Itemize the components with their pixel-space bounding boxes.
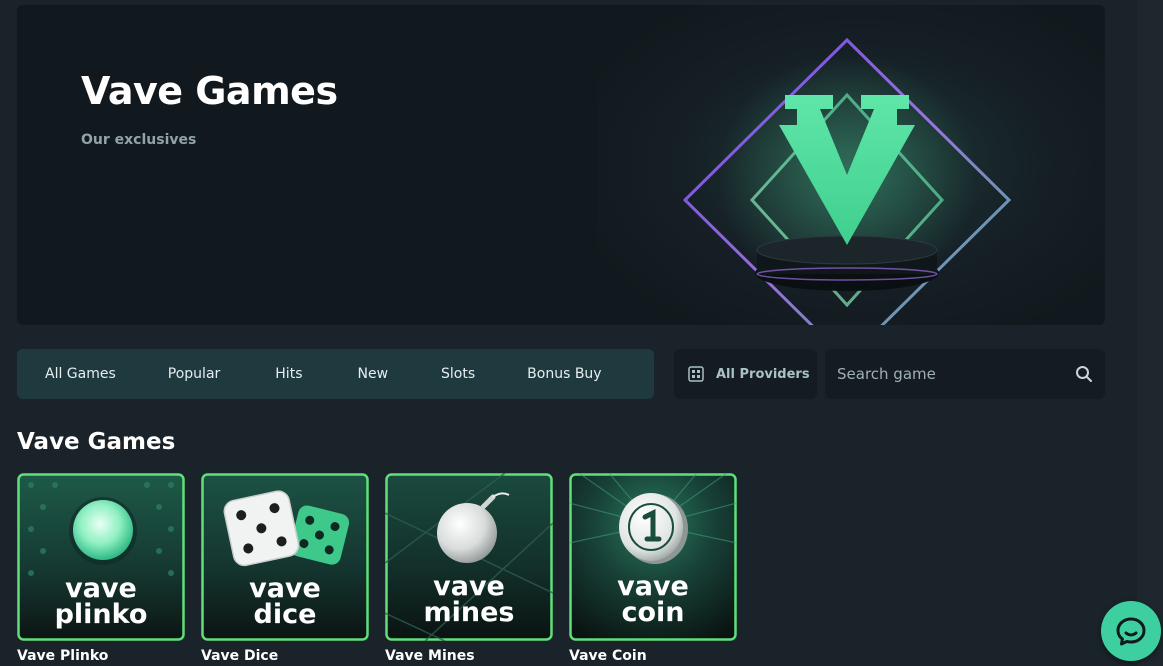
game-card-coin[interactable]: vave coin <box>569 473 737 641</box>
hero-subtitle: Our exclusives <box>81 132 197 148</box>
game-name-dice[interactable]: Vave Dice <box>201 648 278 664</box>
game-name-mines[interactable]: Vave Mines <box>385 648 475 664</box>
coin-thumbnail: vave coin <box>569 473 737 641</box>
search-box <box>825 349 1105 399</box>
dice-logo-line2: dice <box>254 599 317 630</box>
game-card-mines[interactable]: vave mines <box>385 473 553 641</box>
grid-icon <box>688 366 704 382</box>
tab-popular[interactable]: Popular <box>168 366 221 382</box>
plinko-thumbnail: vave plinko <box>17 473 185 641</box>
tab-new[interactable]: New <box>357 366 388 382</box>
game-name-coin[interactable]: Vave Coin <box>569 648 647 664</box>
game-name-plinko[interactable]: Vave Plinko <box>17 648 108 664</box>
section-title: Vave Games <box>17 429 176 455</box>
vave-logo-art <box>597 5 1105 325</box>
mines-logo-line2: mines <box>424 597 515 628</box>
chat-button[interactable] <box>1101 601 1161 661</box>
tab-hits[interactable]: Hits <box>275 366 302 382</box>
tab-all-games[interactable]: All Games <box>45 366 116 382</box>
hero-banner: Vave Games Our exclusives <box>17 5 1105 325</box>
game-card-plinko[interactable]: vave plinko <box>17 473 185 641</box>
tab-bonus-buy[interactable]: Bonus Buy <box>527 366 601 382</box>
plinko-logo-line2: plinko <box>55 599 148 630</box>
category-tabs: All Games Popular Hits New Slots Bonus B… <box>17 349 654 399</box>
tab-slots[interactable]: Slots <box>441 366 475 382</box>
mines-thumbnail: vave mines <box>385 473 553 641</box>
dice-thumbnail: vave dice <box>201 473 369 641</box>
all-providers-label: All Providers <box>716 366 810 382</box>
chat-bubble-icon <box>1116 617 1146 646</box>
hero-title: Vave Games <box>81 69 338 113</box>
search-icon[interactable] <box>1075 365 1093 383</box>
scrollbar-track[interactable] <box>1137 0 1163 666</box>
search-input[interactable] <box>825 349 1055 399</box>
all-providers-button[interactable]: All Providers <box>674 349 817 399</box>
page: Vave Games Our exclusives All Games Popu… <box>0 0 1163 666</box>
game-card-dice[interactable]: vave dice <box>201 473 369 641</box>
coin-logo-line2: coin <box>621 597 684 628</box>
